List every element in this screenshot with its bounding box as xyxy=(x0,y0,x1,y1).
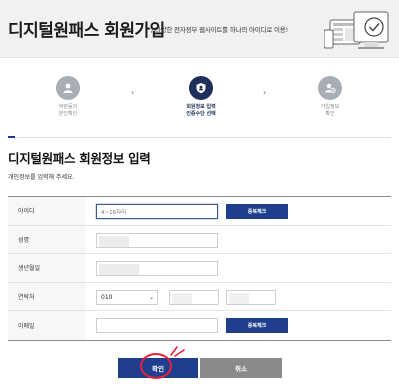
phone-last-input[interactable] xyxy=(226,289,276,305)
user-icon xyxy=(63,83,73,93)
page-header: 디지털원패스 회원가입 / 다양한 전자정부 웹사이트를 하나의 아이디로 이용… xyxy=(0,0,399,58)
signup-steps: 약관동의 본인확인 › 회원정보 입력 인증수단 선택 › 가입정보 확인 xyxy=(0,60,399,130)
chevron-right-icon: › xyxy=(131,88,135,97)
member-info-form: 아이디 4~16자리 중복체크 성명 생년월일 연락처 010 ⌄ 이메일 중복… xyxy=(8,196,391,341)
form-row-email: 이메일 중복체크 xyxy=(8,311,391,340)
phone-prefix-value: 010 xyxy=(101,293,113,301)
form-row-phone: 연락처 010 ⌄ xyxy=(8,282,391,311)
step-circle xyxy=(56,76,80,100)
page-subtitle: / 다양한 전자정부 웹사이트를 하나의 아이디로 이용! xyxy=(151,26,288,34)
form-row-id: 아이디 4~16자리 중복체크 xyxy=(8,197,391,226)
step-confirm-info: 가입정보 확인 xyxy=(295,76,365,118)
devices-illustration-icon xyxy=(324,11,389,49)
divider xyxy=(17,137,391,138)
email-label: 이메일 xyxy=(8,311,86,340)
masked-value xyxy=(172,292,192,304)
phone-middle-input[interactable] xyxy=(169,289,219,305)
form-row-birth: 생년월일 xyxy=(8,254,391,283)
shield-icon xyxy=(196,83,206,94)
masked-value xyxy=(229,292,249,304)
section-title: 디지털원패스 회원정보 입력 xyxy=(8,151,151,166)
step-terms: 약관동의 본인확인 xyxy=(33,76,103,118)
step-member-info: 회원정보 입력 인증수단 선택 xyxy=(166,76,236,118)
email-duplicate-check-button[interactable]: 중복체크 xyxy=(226,318,288,333)
masked-value xyxy=(99,235,129,247)
phone-label: 연락처 xyxy=(8,282,86,310)
step-circle xyxy=(189,76,213,100)
cancel-button[interactable]: 취소 xyxy=(200,358,282,378)
chevron-down-icon: ⌄ xyxy=(148,293,154,301)
annotation-emphasis-icon xyxy=(170,346,185,357)
email-input[interactable] xyxy=(96,318,218,333)
birth-input[interactable] xyxy=(96,261,218,276)
id-label: 아이디 xyxy=(8,197,86,225)
user-check-icon xyxy=(325,83,336,94)
id-duplicate-check-button[interactable]: 중복체크 xyxy=(226,204,288,219)
name-label: 성명 xyxy=(8,225,86,253)
phone-prefix-select[interactable]: 010 ⌄ xyxy=(96,289,158,305)
chevron-right-icon: › xyxy=(263,88,267,97)
step-label: 회원정보 입력 인증수단 선택 xyxy=(186,104,216,117)
id-input[interactable]: 4~16자리 xyxy=(96,204,218,219)
step-circle xyxy=(318,76,342,100)
birth-label: 생년월일 xyxy=(8,254,86,282)
page-title: 디지털원패스 회원가입 xyxy=(8,21,165,41)
name-input[interactable] xyxy=(96,232,218,248)
section-description: 개인정보를 입력해 주세요. xyxy=(8,174,75,181)
form-row-name: 성명 xyxy=(8,225,391,254)
divider-accent xyxy=(8,136,15,138)
step-label: 가입정보 확인 xyxy=(320,104,340,117)
masked-value xyxy=(99,264,139,275)
step-label: 약관동의 본인확인 xyxy=(58,104,78,117)
